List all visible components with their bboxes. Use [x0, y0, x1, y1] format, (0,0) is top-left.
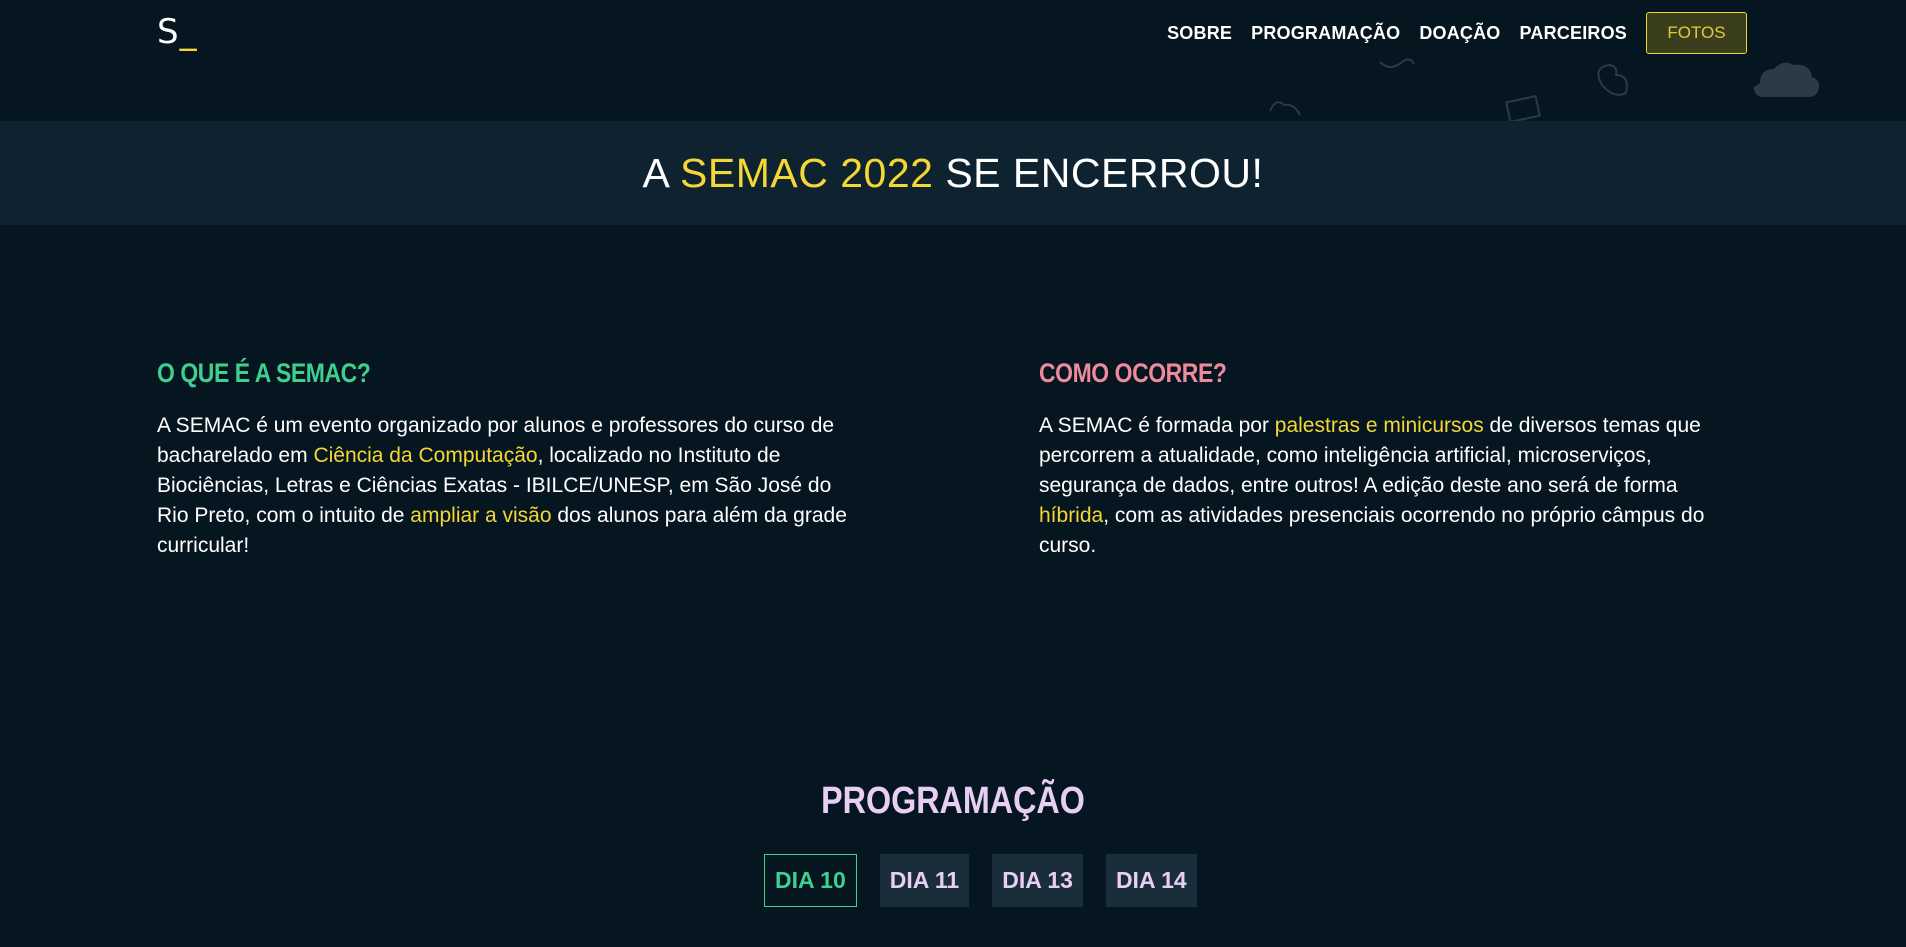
- about-text: A SEMAC é um evento organizado por aluno…: [157, 411, 867, 561]
- about-highlight-1: Ciência da Computação: [313, 444, 538, 467]
- how-highlight-2: híbrida: [1039, 504, 1104, 527]
- tab-dia-13[interactable]: DIA 13: [992, 854, 1083, 907]
- nav-sobre[interactable]: SOBRE: [1167, 23, 1232, 44]
- about-highlight-2: ampliar a visão: [410, 504, 552, 527]
- nav-doacao[interactable]: DOAÇÃO: [1419, 23, 1500, 44]
- fotos-button[interactable]: FOTOS: [1646, 12, 1747, 54]
- banner-prefix: A: [642, 149, 681, 196]
- how-text-1: A SEMAC é formada por: [1039, 414, 1275, 437]
- top-navbar: S_ SOBRE PROGRAMAÇÃO DOAÇÃO PARCEIROS FO…: [0, 0, 1906, 121]
- nav-programacao[interactable]: PROGRAMAÇÃO: [1251, 23, 1400, 44]
- main-nav: SOBRE PROGRAMAÇÃO DOAÇÃO PARCEIROS FOTOS: [1167, 12, 1747, 54]
- about-section: O QUE É A SEMAC? A SEMAC é um evento org…: [157, 358, 867, 561]
- how-title: COMO OCORRE?: [1039, 358, 1227, 388]
- day-tabs: DIA 10 DIA 11 DIA 13 DIA 14: [764, 854, 1197, 907]
- logo-letter: S: [157, 12, 180, 52]
- how-highlight-1: palestras e minicursos: [1274, 414, 1484, 437]
- banner-suffix: SE ENCERROU!: [933, 149, 1264, 196]
- how-text: A SEMAC é formada por palestras e minicu…: [1039, 411, 1749, 561]
- how-text-3: , com as atividades presenciais ocorrend…: [1039, 504, 1705, 557]
- semac-logo[interactable]: S_: [157, 12, 198, 52]
- how-section: COMO OCORRE? A SEMAC é formada por pales…: [1039, 358, 1749, 561]
- tab-dia-10[interactable]: DIA 10: [764, 854, 857, 907]
- programacao-title: PROGRAMAÇÃO: [821, 780, 1085, 822]
- logo-cursor: _: [179, 12, 198, 52]
- bottom-edge: [0, 943, 1906, 947]
- banner-title: A SEMAC 2022 SE ENCERROU!: [643, 150, 1264, 197]
- decorative-doodles-icon: [1269, 58, 1820, 121]
- banner-highlight: SEMAC 2022: [680, 149, 934, 196]
- nav-parceiros[interactable]: PARCEIROS: [1520, 23, 1627, 44]
- tab-dia-14[interactable]: DIA 14: [1105, 854, 1197, 907]
- tab-dia-11[interactable]: DIA 11: [879, 854, 970, 907]
- closing-banner: A SEMAC 2022 SE ENCERROU!: [0, 121, 1906, 225]
- about-title: O QUE É A SEMAC?: [157, 358, 371, 388]
